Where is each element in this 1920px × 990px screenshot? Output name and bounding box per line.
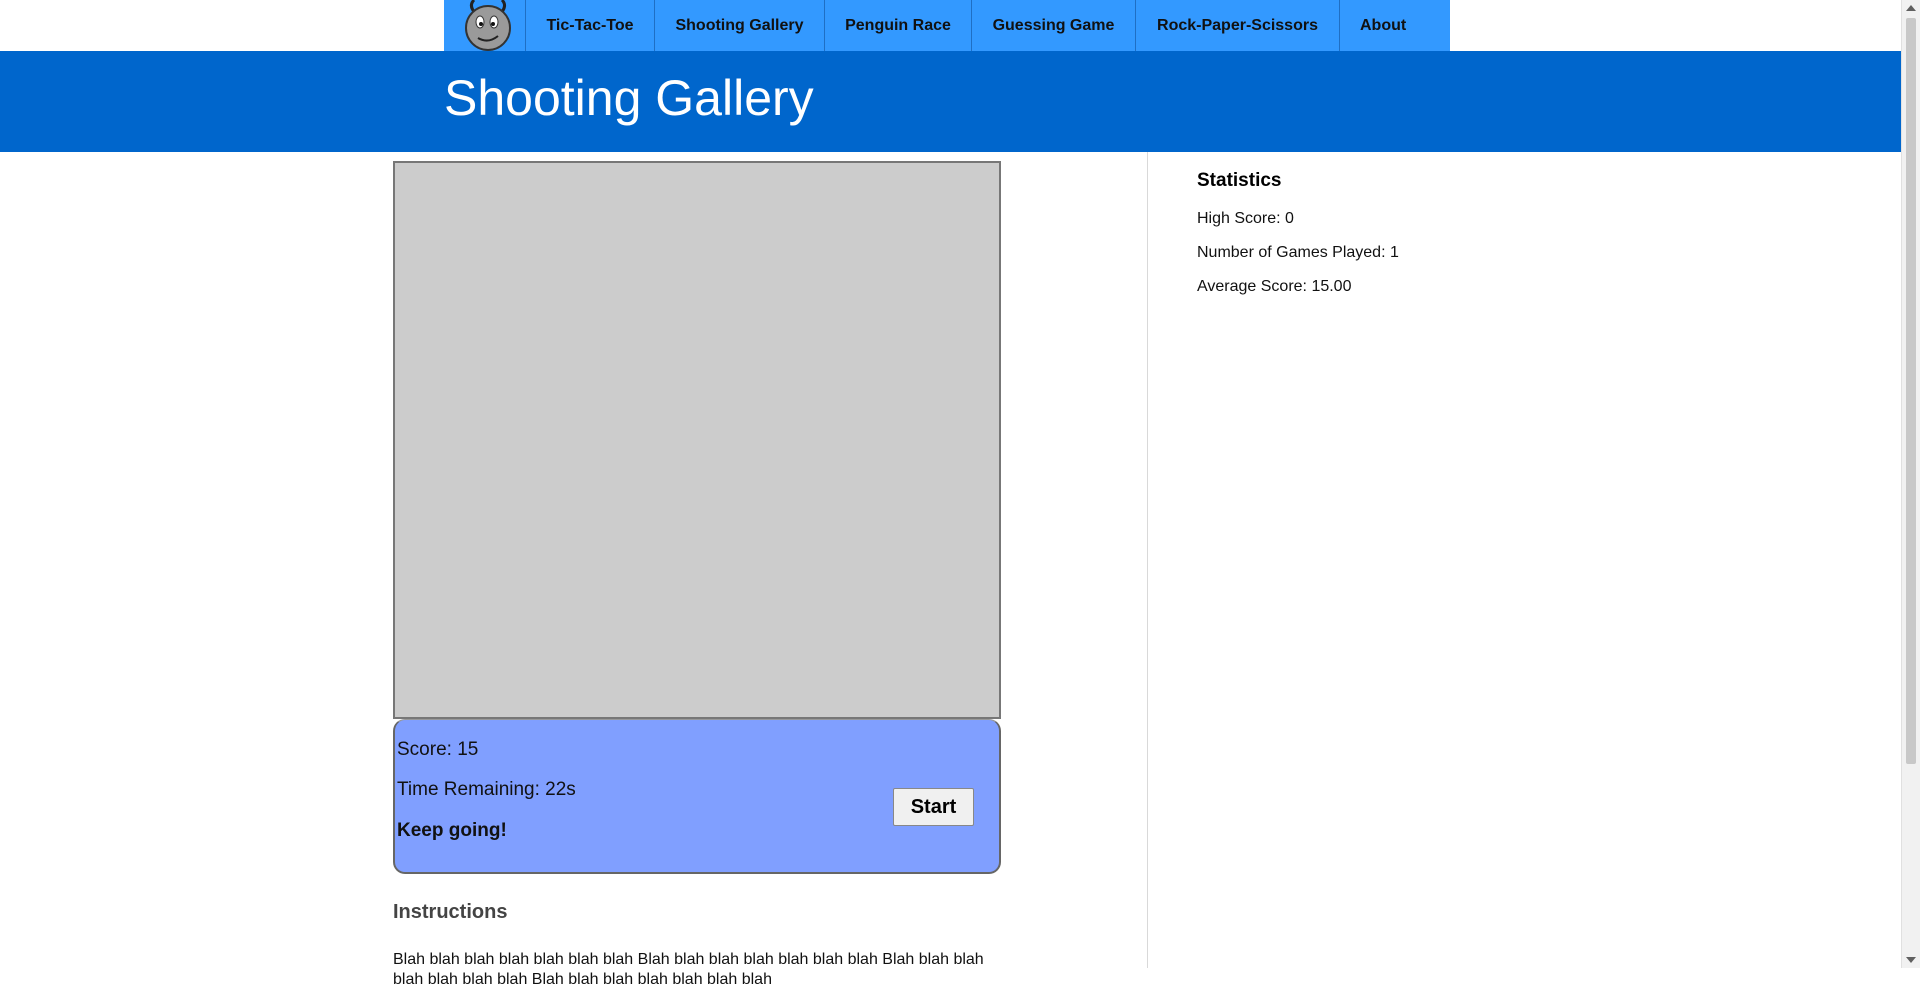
scroll-down-icon[interactable]: [1906, 957, 1916, 963]
status-message: Keep going!: [397, 820, 507, 841]
time-remaining-text: Time Remaining: 22s: [397, 779, 576, 800]
top-nav: Tic-Tac-Toe Shooting Gallery Penguin Rac…: [444, 0, 1450, 51]
statistics-heading: Statistics: [1197, 170, 1282, 191]
logo-icon[interactable]: [444, 0, 525, 51]
start-button[interactable]: Start: [893, 788, 974, 826]
average-score-text: Average Score: 15.00: [1197, 278, 1352, 295]
score-text: Score: 15: [397, 739, 479, 760]
game-canvas[interactable]: [393, 161, 1001, 719]
games-played-text: Number of Games Played: 1: [1197, 244, 1399, 261]
nav-item-tic-tac-toe[interactable]: Tic-Tac-Toe: [525, 0, 654, 51]
high-score-text: High Score: 0: [1197, 210, 1294, 227]
game-status-panel: Score: 15 Time Remaining: 22s Keep going…: [393, 719, 1001, 874]
page-title: Shooting Gallery: [444, 70, 814, 126]
page-banner: Shooting Gallery: [0, 51, 1902, 152]
nav-item-guessing-game[interactable]: Guessing Game: [971, 0, 1135, 51]
instructions-text: Blah blah blah blah blah blah blah Blah …: [393, 951, 984, 988]
column-divider: [1147, 152, 1148, 968]
nav-item-shooting-gallery[interactable]: Shooting Gallery: [654, 0, 824, 51]
nav-item-penguin-race[interactable]: Penguin Race: [824, 0, 971, 51]
nav-item-about[interactable]: About: [1339, 0, 1447, 51]
vertical-scrollbar[interactable]: [1901, 0, 1920, 968]
instructions-heading: Instructions: [393, 901, 508, 923]
nav-item-rock-paper-scissors[interactable]: Rock-Paper-Scissors: [1135, 0, 1339, 51]
scrollbar-thumb[interactable]: [1906, 18, 1916, 764]
scroll-up-icon[interactable]: [1906, 5, 1916, 11]
